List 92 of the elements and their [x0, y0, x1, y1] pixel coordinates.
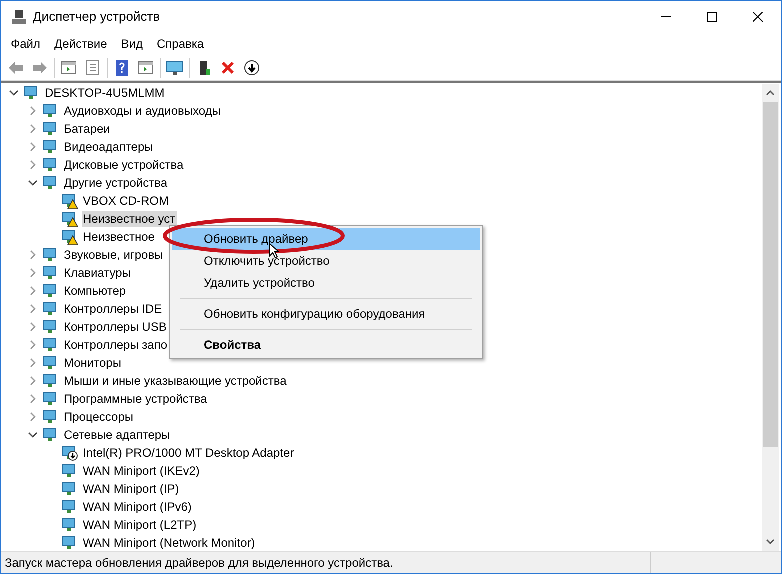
device-icon	[43, 373, 59, 389]
expand-chevron-icon[interactable]	[28, 106, 38, 116]
device-icon	[43, 427, 59, 443]
device-warning-icon	[62, 211, 78, 227]
help-icon[interactable]	[113, 58, 131, 76]
expand-chevron-icon[interactable]	[28, 286, 38, 296]
tree-item[interactable]: Контроллеры USB	[63, 319, 168, 335]
device-icon	[43, 355, 59, 371]
expand-chevron-icon[interactable]	[28, 250, 38, 260]
device-icon	[62, 463, 78, 479]
tree-item[interactable]: Intel(R) PRO/1000 MT Desktop Adapter	[82, 445, 296, 461]
expand-chevron-icon[interactable]	[28, 358, 38, 368]
tree-item[interactable]: Клавиатуры	[63, 265, 132, 281]
maximize-icon	[707, 12, 717, 22]
collapse-chevron-icon[interactable]	[9, 88, 19, 98]
menu-item[interactable]: Справка	[151, 35, 210, 53]
tree-item[interactable]: WAN Miniport (L2TP)	[82, 517, 198, 533]
expand-chevron-icon[interactable]	[28, 160, 38, 170]
expand-chevron-icon[interactable]	[28, 340, 38, 350]
scroll-up-icon[interactable]	[766, 90, 775, 96]
menu-item[interactable]: Файл	[5, 35, 47, 53]
device-icon	[62, 499, 78, 515]
tree-item[interactable]: Дисковые устройства	[63, 157, 185, 173]
tree-item[interactable]: DESKTOP-4U5MLMM	[44, 85, 166, 101]
panel-icon[interactable]	[137, 58, 155, 76]
tree-item[interactable]: Звуковые, игровы	[63, 247, 164, 263]
tree-item[interactable]: WAN Miniport (IP)	[82, 481, 180, 497]
app-icon	[11, 9, 27, 25]
collapse-chevron-icon[interactable]	[28, 430, 38, 440]
menu-item[interactable]: Вид	[115, 35, 149, 53]
tree-item[interactable]: Видеоадаптеры	[63, 139, 154, 155]
context-menu-item[interactable]: Обновить конфигурацию оборудования	[172, 303, 480, 325]
device-icon	[43, 175, 59, 191]
device-icon	[43, 121, 59, 137]
tree-item[interactable]: Неизвестное	[82, 229, 156, 245]
tree-item[interactable]: Контроллеры запо	[63, 337, 169, 353]
device-disabled-icon	[62, 445, 78, 461]
expand-chevron-icon[interactable]	[28, 376, 38, 386]
scrollbar[interactable]	[762, 84, 779, 551]
status-text: Запуск мастера обновления драйверов для выделенного устройства.	[4, 554, 394, 572]
close-icon	[753, 12, 763, 22]
expand-chevron-icon[interactable]	[28, 268, 38, 278]
context-menu-item[interactable]: Удалить устройство	[172, 272, 480, 294]
device-icon	[24, 85, 40, 101]
tree-item[interactable]: Процессоры	[63, 409, 134, 425]
device-icon	[43, 283, 59, 299]
device-icon	[43, 157, 59, 173]
device-icon	[43, 337, 59, 353]
device-icon	[62, 481, 78, 497]
tree-item[interactable]: WAN Miniport (IKEv2)	[82, 463, 201, 479]
menu-item[interactable]: Действие	[48, 35, 114, 53]
device-icon	[43, 103, 59, 119]
device-warning-icon	[62, 229, 78, 245]
expand-chevron-icon[interactable]	[28, 142, 38, 152]
context-menu-item[interactable]: Свойства	[172, 334, 480, 356]
device-icon	[43, 265, 59, 281]
device-warning-icon	[62, 193, 78, 209]
expand-chevron-icon[interactable]	[28, 304, 38, 314]
device-icon	[43, 139, 59, 155]
device-icon	[62, 517, 78, 533]
device-icon	[43, 247, 59, 263]
tree-item[interactable]: Аудиовходы и аудиовыходы	[63, 103, 222, 119]
download-icon[interactable]	[243, 58, 261, 76]
expand-chevron-icon[interactable]	[28, 124, 38, 134]
context-menu-item[interactable]: Обновить драйвер	[172, 228, 480, 250]
tree-item[interactable]: Неизвестное уст	[82, 211, 177, 227]
tree-item[interactable]: Батареи	[63, 121, 112, 137]
device-icon	[62, 535, 78, 551]
window-title: Диспетчер устройств	[33, 8, 160, 26]
device-icon	[43, 391, 59, 407]
device-icon	[43, 409, 59, 425]
tree-item[interactable]: Контроллеры IDE	[63, 301, 164, 317]
tree-item[interactable]: Сетевые адаптеры	[63, 427, 172, 443]
scroll-thumb[interactable]	[763, 102, 778, 447]
expand-chevron-icon[interactable]	[28, 394, 38, 404]
monitor-icon[interactable]	[166, 58, 184, 76]
tree-item[interactable]: WAN Miniport (IPv6)	[82, 499, 193, 515]
tree-item[interactable]: Мониторы	[63, 355, 122, 371]
tree-item[interactable]: Компьютер	[63, 283, 128, 299]
tree-item[interactable]: Программные устройства	[63, 391, 208, 407]
scroll-down-icon[interactable]	[766, 539, 775, 545]
expand-chevron-icon[interactable]	[28, 412, 38, 422]
expand-chevron-icon[interactable]	[28, 322, 38, 332]
device-icon	[43, 319, 59, 335]
tree-item[interactable]: VBOX CD-ROM	[82, 193, 170, 209]
device-icon	[43, 301, 59, 317]
tree-item[interactable]: WAN Miniport (Network Monitor)	[82, 535, 256, 551]
tree-item[interactable]: Другие устройства	[63, 175, 169, 191]
panel-icon[interactable]	[60, 58, 78, 76]
collapse-chevron-icon[interactable]	[28, 178, 38, 188]
list-icon[interactable]	[84, 58, 102, 76]
tree-item[interactable]: Мыши и иные указывающие устройства	[63, 373, 288, 389]
